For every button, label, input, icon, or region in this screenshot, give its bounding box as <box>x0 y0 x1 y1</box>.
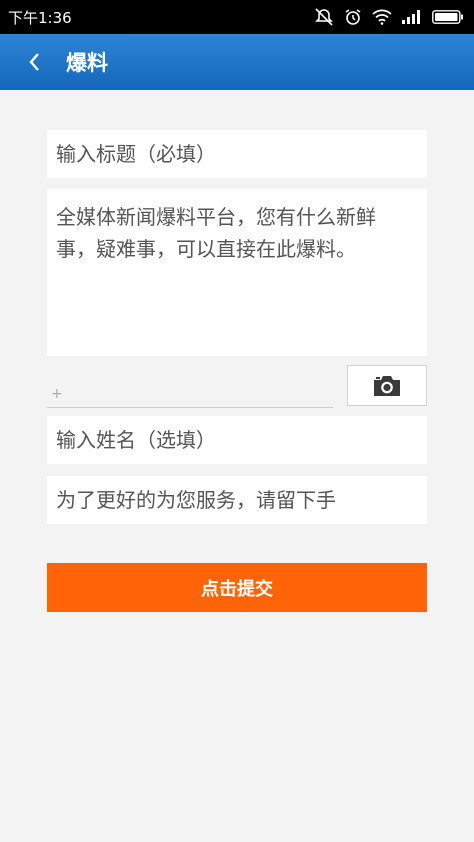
app-bar: 爆料 <box>0 34 474 90</box>
signal-icon <box>402 10 420 24</box>
back-button[interactable] <box>6 34 62 90</box>
title-input[interactable]: 输入标题（必填） <box>47 130 427 178</box>
attachment-plus: + <box>51 386 63 402</box>
status-time: 下午1:36 <box>8 8 72 27</box>
dnd-off-icon <box>315 8 333 26</box>
content-textarea[interactable]: 全媒体新闻爆料平台，您有什么新鲜事，疑难事，可以直接在此爆料。 <box>47 189 427 356</box>
camera-icon <box>374 375 400 396</box>
camera-button[interactable] <box>347 365 427 406</box>
name-input[interactable]: 输入姓名（选填） <box>47 416 427 464</box>
wifi-icon <box>372 9 392 25</box>
status-icons <box>314 8 464 26</box>
page-title: 爆料 <box>66 51 108 75</box>
chevron-left-icon <box>29 53 39 71</box>
contact-input[interactable]: 为了更好的为您服务，请留下手 <box>47 476 427 524</box>
attachment-field[interactable]: + <box>47 386 333 408</box>
submit-button[interactable]: 点击提交 <box>47 563 427 612</box>
status-bar: 下午1:36 <box>0 0 474 34</box>
battery-icon <box>432 10 463 24</box>
alarm-icon <box>345 9 361 25</box>
